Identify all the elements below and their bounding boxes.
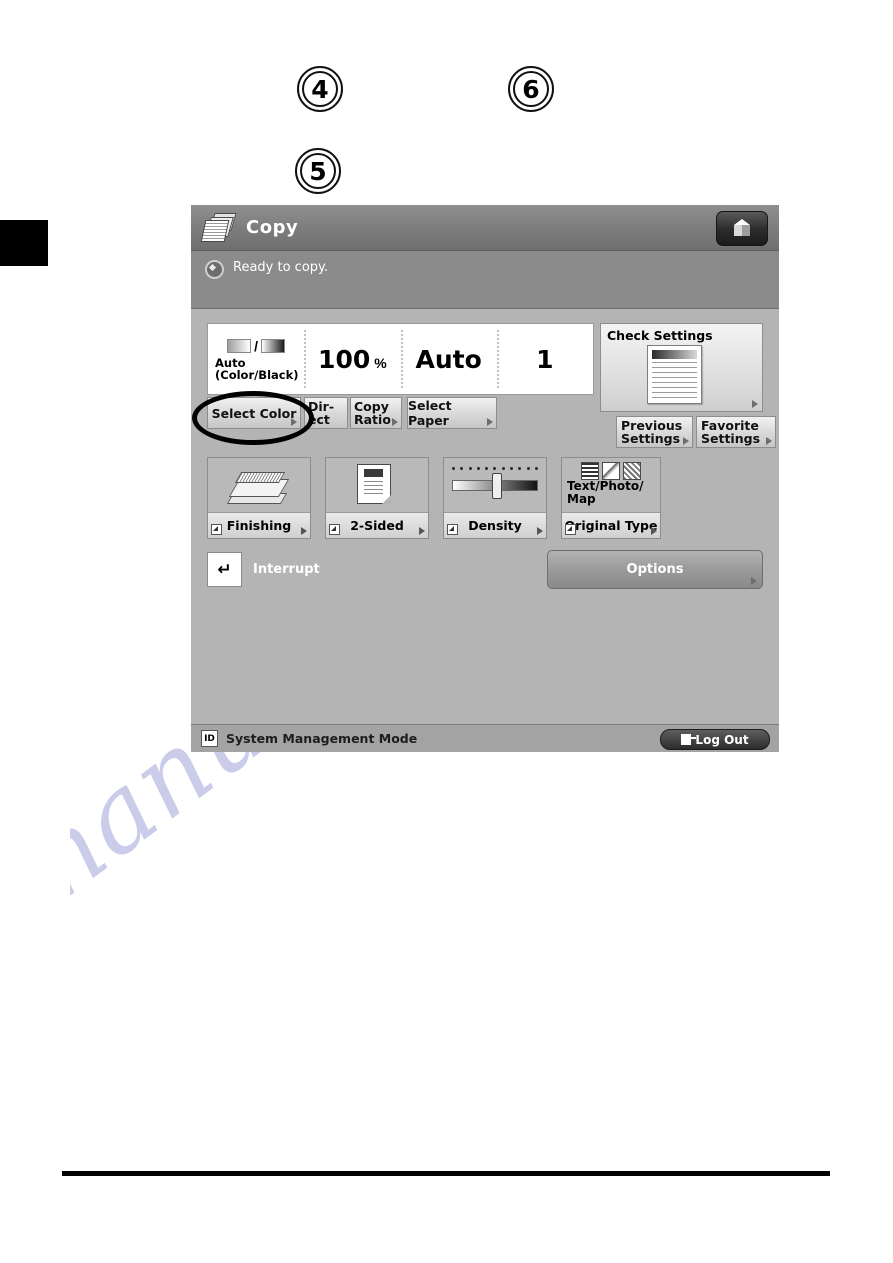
callout-marker-4: 4 xyxy=(297,66,343,112)
copy-ratio-value: 100 xyxy=(318,344,371,374)
chevron-right-icon xyxy=(537,527,543,535)
original-type-value-line2: Map xyxy=(567,492,596,506)
chevron-right-icon xyxy=(419,527,425,535)
two-sided-label: 2-Sided xyxy=(350,518,404,533)
callout-marker-5: 5 xyxy=(295,148,341,194)
function-button-row: Finishing 2-Sided Density Text/Photo/ Ma… xyxy=(207,457,661,539)
chevron-right-icon xyxy=(651,527,657,535)
panel-footer: ID System Management Mode Log Out xyxy=(191,724,779,752)
previous-settings-line2: Settings xyxy=(621,431,681,446)
settings-summary-row: / Auto (Color/Black) 100 % Auto 1 xyxy=(207,323,594,395)
copy-ratio-unit: % xyxy=(374,354,387,371)
log-out-label: Log Out xyxy=(695,732,749,747)
options-button[interactable]: Options xyxy=(547,550,763,589)
page-edge-tab xyxy=(0,220,48,266)
paper-value: Auto xyxy=(415,344,482,374)
color-mode-swatches: / xyxy=(227,337,286,354)
chevron-right-icon xyxy=(392,418,398,426)
status-bar: Ready to copy. xyxy=(191,251,779,309)
map-icon xyxy=(623,462,641,480)
chevron-right-icon xyxy=(487,418,493,426)
check-settings-panel[interactable]: Check Settings xyxy=(600,323,763,412)
favorite-settings-line2: Settings xyxy=(701,431,761,446)
panel-header: Copy xyxy=(191,205,779,251)
color-mode-line2: (Color/Black) xyxy=(215,367,299,382)
expand-corner-icon xyxy=(565,524,576,535)
callout-number: 4 xyxy=(311,74,329,104)
chevron-right-icon xyxy=(301,527,307,535)
system-mode-label: System Management Mode xyxy=(226,731,418,746)
paper-cell: Auto xyxy=(400,324,497,394)
expand-corner-icon xyxy=(447,524,458,535)
original-type-label: Original Type xyxy=(564,518,658,533)
page-bottom-rule xyxy=(62,1171,830,1176)
status-message: Ready to copy. xyxy=(233,260,328,275)
page-title: Copy xyxy=(246,217,299,238)
interrupt-label: Interrupt xyxy=(253,562,320,577)
chevron-right-icon xyxy=(751,577,757,585)
finishing-label: Finishing xyxy=(226,518,292,533)
black-gradient-swatch xyxy=(261,338,286,353)
id-badge-icon: ID xyxy=(201,730,218,747)
select-paper-button[interactable]: Select Paper xyxy=(407,397,497,429)
callout-number: 6 xyxy=(522,74,540,104)
panel-body: / Auto (Color/Black) 100 % Auto 1 Select… xyxy=(191,309,779,752)
density-label: Density xyxy=(468,518,522,533)
copy-ratio-button[interactable]: Copy Ratio xyxy=(350,397,402,429)
original-type-icon xyxy=(562,462,660,480)
two-sided-button[interactable]: 2-Sided xyxy=(325,457,429,539)
log-out-button[interactable]: Log Out xyxy=(660,729,770,750)
color-mode-line1: Auto xyxy=(215,355,246,370)
status-ready-icon xyxy=(205,260,224,279)
copy-ratio-cell: 100 % xyxy=(304,324,400,394)
chevron-right-icon xyxy=(683,437,689,445)
chevron-right-icon xyxy=(766,437,772,445)
select-paper-label: Select Paper xyxy=(408,398,452,428)
swatch-separator: / xyxy=(254,337,259,354)
callout-number: 5 xyxy=(309,156,327,186)
previous-settings-button[interactable]: Previous Settings xyxy=(616,416,693,448)
favorite-settings-button[interactable]: Favorite Settings xyxy=(696,416,776,448)
expand-corner-icon xyxy=(329,524,340,535)
interrupt-icon[interactable]: ↵ xyxy=(207,552,242,587)
select-color-highlight-oval xyxy=(192,391,314,445)
3d-cube-icon-button[interactable] xyxy=(716,211,768,246)
options-label: Options xyxy=(626,562,684,577)
check-settings-label: Check Settings xyxy=(607,328,713,343)
logout-door-icon xyxy=(681,734,697,745)
copies-value: 1 xyxy=(536,344,554,374)
finishing-button[interactable]: Finishing xyxy=(207,457,311,539)
interrupt-glyph: ↵ xyxy=(217,559,232,580)
density-slider-icon xyxy=(444,458,546,512)
document-preview-icon xyxy=(647,345,702,404)
chevron-right-icon xyxy=(752,400,758,408)
photo-icon xyxy=(602,462,620,480)
interrupt-control[interactable]: ↵ Interrupt xyxy=(207,552,320,587)
copy-ratio-label-line2: Ratio xyxy=(354,412,391,427)
original-type-button[interactable]: Text/Photo/ Map Original Type xyxy=(561,457,661,539)
two-sided-sheet-icon xyxy=(326,458,428,512)
callout-marker-6: 6 xyxy=(508,66,554,112)
finisher-icon xyxy=(208,458,310,512)
expand-corner-icon xyxy=(211,524,222,535)
copy-documents-icon xyxy=(200,212,237,243)
copies-cell: 1 xyxy=(496,324,593,394)
density-button[interactable]: Density xyxy=(443,457,547,539)
3d-cube-icon xyxy=(732,218,752,239)
text-icon xyxy=(581,462,599,480)
color-mode-cell: / Auto (Color/Black) xyxy=(208,324,304,394)
color-gradient-swatch xyxy=(227,338,252,353)
